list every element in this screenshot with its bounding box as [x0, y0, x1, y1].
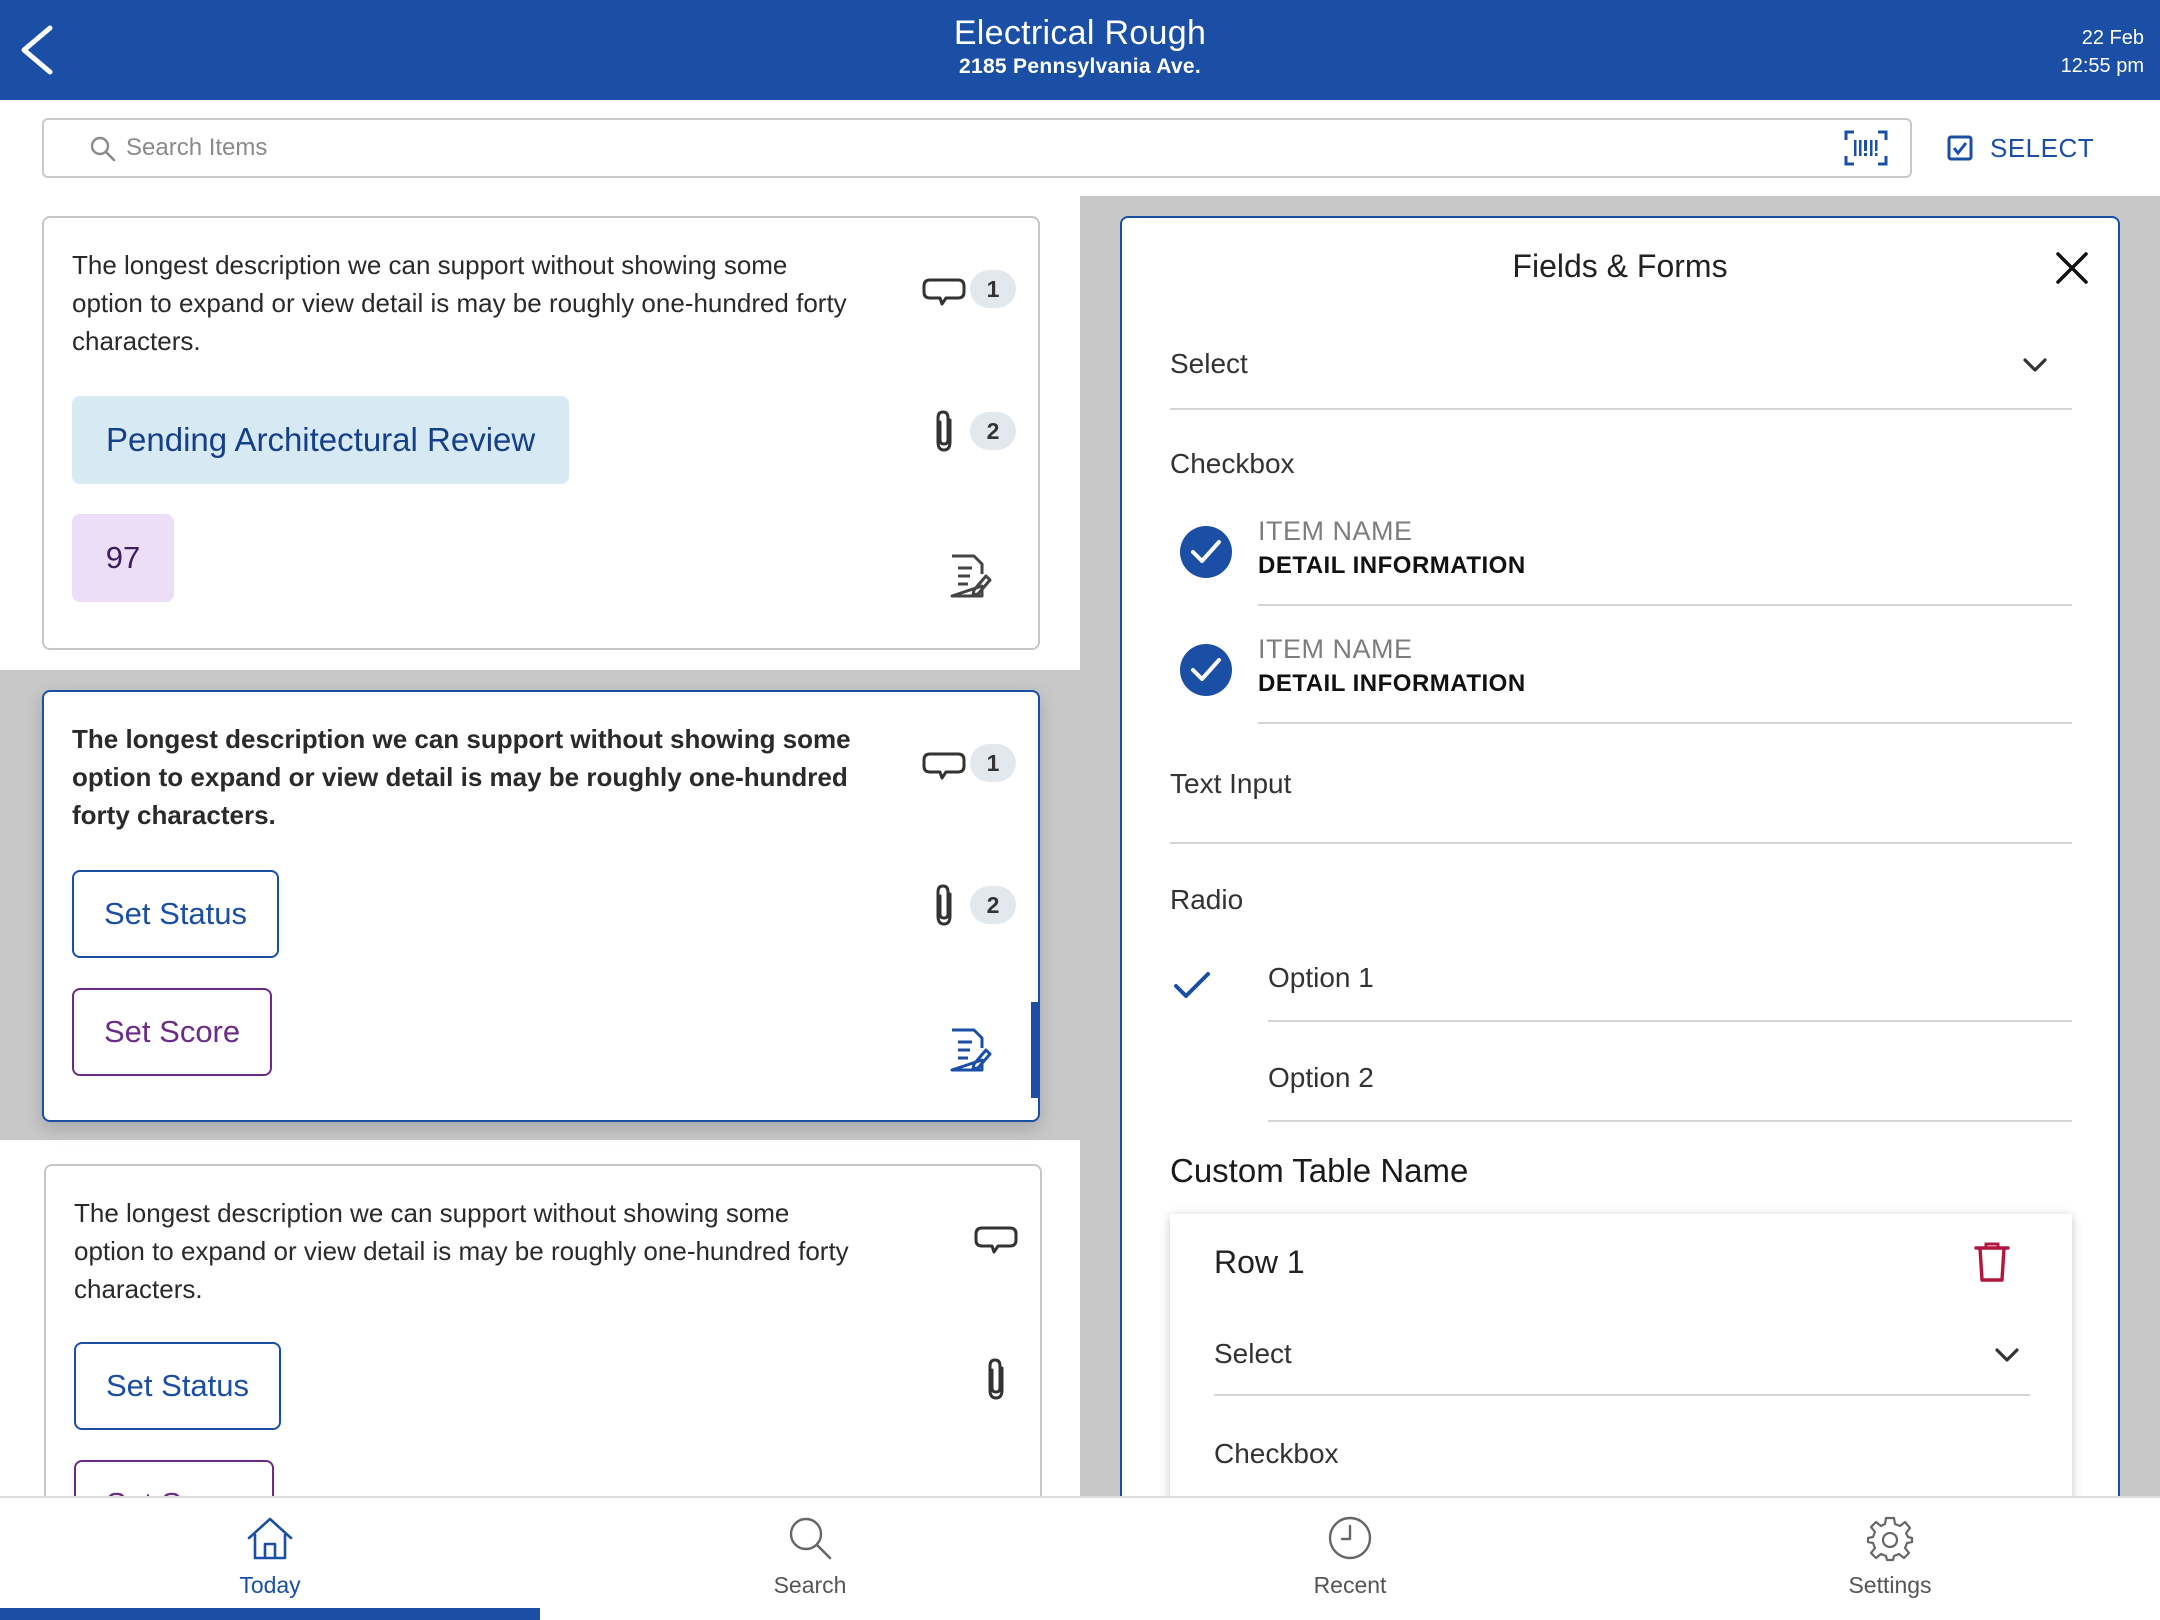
home-icon: [247, 1517, 293, 1560]
chevron-down-icon: [1995, 1348, 2019, 1362]
item-description: The longest description we can support w…: [72, 724, 851, 830]
checked-circle-icon: [1180, 526, 1232, 578]
paperclip-icon[interactable]: [920, 882, 968, 930]
attachment-count: 2: [970, 886, 1016, 924]
tab-label: Recent: [1313, 1572, 1387, 1598]
table-title: Custom Table Name: [1170, 1152, 1469, 1189]
checkmark-icon: [1174, 972, 1210, 998]
divider: [1170, 842, 2072, 844]
text-input-label: Text Input: [1170, 768, 1292, 799]
divider: [1268, 1020, 2072, 1022]
checkbox-icon: [1947, 135, 1973, 161]
clock-icon: [1328, 1516, 1372, 1560]
divider: [1258, 722, 2072, 724]
comment-icon[interactable]: [920, 268, 968, 316]
comment-count: 1: [970, 744, 1016, 782]
document-edit-icon[interactable]: [944, 1026, 992, 1074]
item-detail: DETAIL INFORMATION: [1258, 552, 1526, 579]
attachment-count: 2: [970, 412, 1016, 450]
comment-icon[interactable]: [972, 1216, 1020, 1264]
tab-recent[interactable]: Recent: [1080, 1498, 1620, 1620]
divider: [1214, 1394, 2030, 1396]
row-select-label: Select: [1214, 1338, 1292, 1369]
tab-label: Search: [773, 1572, 847, 1598]
fields-forms-panel: Fields & Forms Select Checkbox ITEM NAME…: [1120, 216, 2120, 1516]
comment-count: 1: [970, 270, 1016, 308]
row-checkbox-label: Checkbox: [1214, 1438, 1339, 1469]
status-chip[interactable]: Pending Architectural Review: [72, 396, 570, 484]
divider: [1170, 408, 2072, 410]
item-name: ITEM NAME: [1258, 634, 1413, 664]
tab-label: Settings: [1848, 1572, 1932, 1598]
radio-label: Radio: [1170, 884, 1244, 915]
active-tab-indicator: [0, 1608, 540, 1620]
document-edit-icon[interactable]: [944, 552, 992, 600]
panel-title: Fields & Forms: [1512, 248, 1728, 284]
close-icon[interactable]: [2054, 250, 2090, 286]
checked-circle-icon: [1180, 644, 1232, 696]
bottom-navigation: Today Search Recent Settings: [0, 1496, 2160, 1620]
date-label: 22 Feb: [2081, 27, 2144, 49]
app-header: Electrical Rough 2185 Pennsylvania Ave. …: [0, 0, 2160, 100]
score-chip[interactable]: 97: [72, 514, 174, 602]
chevron-down-icon: [2023, 358, 2047, 372]
tab-label: Today: [239, 1572, 301, 1598]
search-input[interactable]: Search Items: [42, 118, 1912, 178]
select-label: Select: [1170, 348, 1248, 379]
set-score-button[interactable]: Set Score: [72, 988, 273, 1076]
search-icon: [789, 1517, 832, 1560]
radio-option-label: Option 1: [1268, 962, 1374, 993]
page-subtitle: 2185 Pennsylvania Ave.: [958, 55, 1202, 78]
trash-icon[interactable]: [1972, 1240, 2012, 1284]
time-label: 12:55 pm: [2060, 55, 2144, 77]
table-row-card: Row 1 Select Checkbox: [1170, 1214, 2072, 1516]
scroll-indicator[interactable]: [1031, 1002, 1038, 1098]
item-description: The longest description we can support w…: [74, 1198, 849, 1304]
tab-today[interactable]: Today: [0, 1498, 540, 1620]
paperclip-icon[interactable]: [920, 408, 968, 456]
gear-icon: [1866, 1516, 1914, 1562]
barcode-scan-icon[interactable]: [1844, 130, 1888, 166]
item-card[interactable]: The longest description we can support w…: [42, 216, 1040, 650]
row-title: Row 1: [1214, 1244, 1305, 1280]
tab-search[interactable]: Search: [540, 1498, 1080, 1620]
page-title: Electrical Rough: [953, 14, 1207, 52]
set-status-button[interactable]: Set Status: [72, 870, 280, 958]
select-button[interactable]: SELECT: [1946, 128, 2094, 168]
select-label: SELECT: [1990, 132, 2095, 163]
divider: [1268, 1120, 2072, 1122]
search-icon: [90, 136, 116, 162]
set-status-button[interactable]: Set Status: [74, 1342, 282, 1430]
radio-option-label: Option 2: [1268, 1062, 1374, 1093]
checkbox-label: Checkbox: [1170, 448, 1295, 479]
search-placeholder: Search Items: [126, 134, 268, 161]
item-name: ITEM NAME: [1258, 516, 1413, 546]
paperclip-icon[interactable]: [972, 1356, 1020, 1404]
datetime: 22 Feb 12:55 pm: [2061, 24, 2144, 80]
comment-icon[interactable]: [920, 742, 968, 790]
tab-settings[interactable]: Settings: [1620, 1498, 2160, 1620]
item-description: The longest description we can support w…: [72, 250, 847, 356]
item-detail: DETAIL INFORMATION: [1258, 670, 1526, 697]
item-card-selected[interactable]: The longest description we can support w…: [42, 690, 1040, 1122]
divider: [1258, 604, 2072, 606]
item-list: The longest description we can support w…: [0, 196, 1080, 1564]
